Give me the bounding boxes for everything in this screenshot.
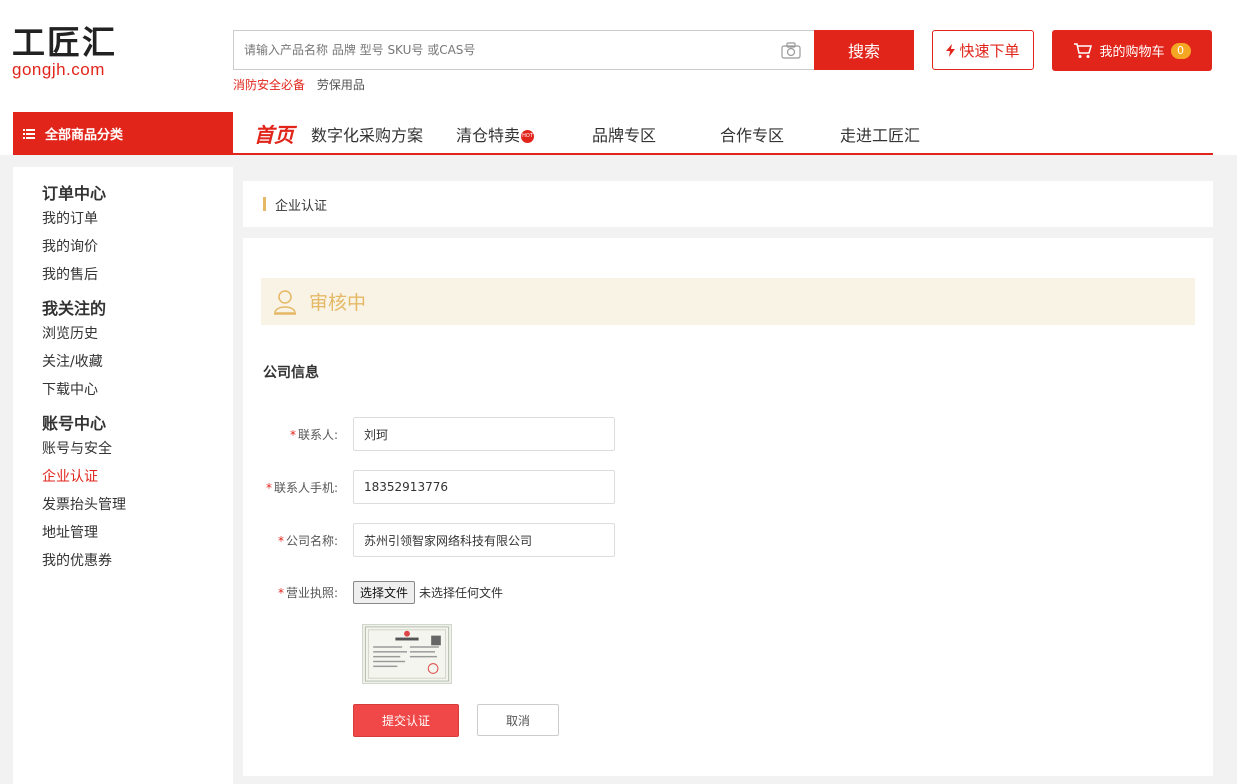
- list-icon: [23, 128, 35, 139]
- sidebar-group-following: 我关注的 浏览历史 关注/收藏 下载中心: [42, 295, 233, 404]
- logo-sub-text: gongjh.com: [12, 60, 105, 79]
- submit-certification-button[interactable]: 提交认证: [353, 704, 459, 737]
- phone-field[interactable]: [353, 470, 615, 504]
- license-label-text: 营业执照:: [285, 586, 338, 600]
- nav-item-clearance[interactable]: 清仓特卖 HOT: [456, 122, 535, 146]
- breadcrumb: 企业认证: [243, 181, 1213, 227]
- company-label: * 公司名称:: [278, 532, 338, 549]
- sidebar-item-invoice-titles[interactable]: 发票抬头管理: [42, 491, 233, 519]
- sidebar-group-title: 我关注的: [42, 299, 107, 318]
- sidebar-item-history[interactable]: 浏览历史: [42, 320, 233, 348]
- sidebar-item-my-orders[interactable]: 我的订单: [42, 205, 233, 233]
- sidebar-item-enterprise-cert[interactable]: 企业认证: [42, 463, 233, 491]
- sidebar-item-addresses[interactable]: 地址管理: [42, 519, 233, 547]
- phone-label-text: 联系人手机:: [273, 481, 338, 495]
- nav-item-about[interactable]: 走进工匠汇: [840, 122, 920, 146]
- file-status-text: 未选择任何文件: [419, 586, 504, 600]
- sidebar-item-security[interactable]: 账号与安全: [42, 435, 233, 463]
- search-input[interactable]: [233, 30, 815, 70]
- company-label-text: 公司名称:: [285, 534, 338, 548]
- hot-link-fire-safety[interactable]: 消防安全必备: [233, 78, 305, 92]
- logo-main-text: 工匠汇: [12, 23, 117, 62]
- hot-search-links: 消防安全必备 劳保用品: [233, 76, 373, 93]
- cart-button[interactable]: 我的购物车 0: [1052, 30, 1212, 71]
- quick-order-button[interactable]: 快速下单: [932, 30, 1034, 70]
- status-banner: 审核中: [261, 278, 1195, 325]
- quick-order-label: 快速下单: [959, 41, 1020, 60]
- required-mark: *: [289, 428, 296, 442]
- account-sidebar: 订单中心 我的订单 我的询价 我的售后 我关注的 浏览历史 关注/收藏 下载中心…: [13, 167, 233, 784]
- sidebar-item-coupons[interactable]: 我的优惠券: [42, 547, 233, 575]
- all-categories-button[interactable]: 全部商品分类: [13, 112, 233, 155]
- status-text: 审核中: [309, 292, 367, 314]
- user-icon: [274, 289, 296, 315]
- breadcrumb-accent-bar: [263, 197, 266, 211]
- section-title-company: 公司信息: [263, 365, 319, 381]
- certification-panel: 审核中 公司信息 *联系人: *联系人手机: *公司名称: *营业执照: 选择文…: [243, 238, 1213, 776]
- nav-item-clearance-label: 清仓特卖: [456, 126, 521, 145]
- lightning-icon: [946, 43, 956, 57]
- search-button[interactable]: 搜索: [814, 30, 914, 70]
- nav-item-digital-procurement[interactable]: 数字化采购方案: [311, 122, 423, 146]
- cart-count-badge: 0: [1170, 42, 1191, 59]
- hot-link-ppe[interactable]: 劳保用品: [317, 78, 365, 92]
- cart-label: 我的购物车: [1099, 45, 1165, 60]
- contact-label-text: 联系人:: [297, 428, 338, 442]
- contact-field[interactable]: [353, 417, 615, 451]
- sidebar-group-title: 订单中心: [42, 184, 107, 203]
- form-row-contact: * 联系人:: [243, 417, 843, 451]
- sidebar-item-after-sales[interactable]: 我的售后: [42, 261, 233, 289]
- main-nav: 全部商品分类 首页 数字化采购方案 清仓特卖 HOT 品牌专区 合作专区 走进工匠…: [13, 112, 1213, 155]
- sidebar-item-my-inquiries[interactable]: 我的询价: [42, 233, 233, 261]
- form-row-company: * 公司名称:: [243, 523, 843, 557]
- required-mark: *: [277, 586, 284, 600]
- contact-label: * 联系人:: [290, 426, 338, 443]
- sidebar-group-orders: 订单中心 我的订单 我的询价 我的售后: [42, 180, 233, 289]
- cart-icon: [1074, 43, 1093, 58]
- sidebar-group-account: 账号中心 账号与安全 企业认证 发票抬头管理 地址管理 我的优惠券: [42, 410, 233, 575]
- breadcrumb-title: 企业认证: [275, 198, 328, 214]
- company-name-field[interactable]: [353, 523, 615, 557]
- required-mark: *: [265, 481, 272, 495]
- sidebar-item-favorites[interactable]: 关注/收藏: [42, 348, 233, 376]
- hot-badge-icon: HOT: [521, 130, 535, 143]
- choose-file-button[interactable]: 选择文件: [353, 581, 416, 604]
- nav-item-cooperation[interactable]: 合作专区: [720, 122, 784, 146]
- phone-label: * 联系人手机:: [266, 479, 338, 496]
- camera-icon[interactable]: [781, 42, 801, 59]
- license-label: * 营业执照:: [278, 584, 338, 601]
- sidebar-item-downloads[interactable]: 下载中心: [42, 376, 233, 404]
- business-license-thumbnail[interactable]: [362, 624, 452, 684]
- form-row-phone: * 联系人手机:: [243, 470, 843, 504]
- cancel-button[interactable]: 取消: [477, 704, 559, 736]
- license-file-picker: 选择文件 未选择任何文件: [353, 581, 503, 604]
- nav-item-brands[interactable]: 品牌专区: [592, 122, 656, 146]
- sidebar-group-title: 账号中心: [42, 414, 107, 433]
- search-bar: 搜索: [233, 30, 914, 70]
- required-mark: *: [277, 534, 284, 548]
- all-categories-label: 全部商品分类: [45, 128, 124, 143]
- form-row-license: * 营业执照: 选择文件 未选择任何文件: [243, 581, 843, 615]
- site-logo[interactable]: 工匠汇 gongjh.com: [12, 23, 137, 80]
- nav-item-home[interactable]: 首页: [254, 119, 294, 148]
